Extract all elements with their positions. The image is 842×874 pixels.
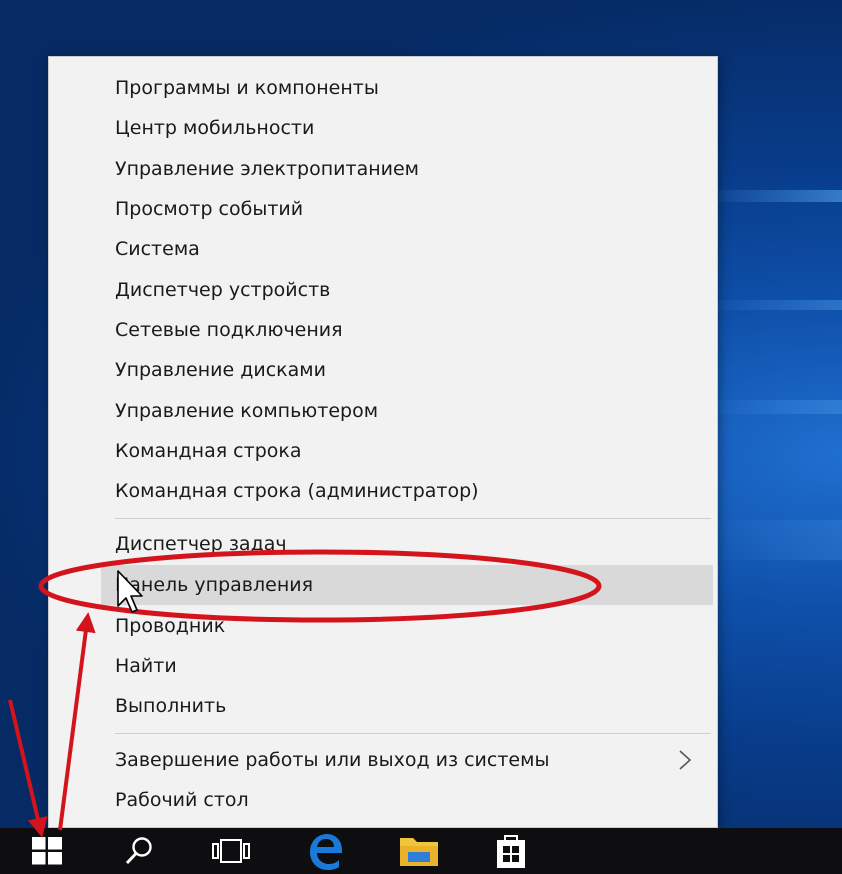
wallpaper-light-beam xyxy=(702,520,842,560)
menu-item-label: Рабочий стол xyxy=(115,789,249,811)
menu-item-label: Проводник xyxy=(115,615,226,637)
taskbar xyxy=(0,828,842,874)
menu-item-command-prompt-admin[interactable]: Командная строка (администратор) xyxy=(101,471,713,511)
menu-item-network-connections[interactable]: Сетевые подключения xyxy=(101,310,713,350)
file-explorer-button[interactable] xyxy=(391,828,447,874)
menu-item-desktop[interactable]: Рабочий стол xyxy=(101,780,713,820)
menu-item-power-options[interactable]: Управление электропитанием xyxy=(101,149,713,189)
edge-browser-icon xyxy=(310,834,342,870)
menu-item-label: Диспетчер задач xyxy=(115,533,287,555)
menu-item-label: Завершение работы или выход из системы xyxy=(115,749,550,771)
menu-item-label: Управление электропитанием xyxy=(115,158,419,180)
menu-item-label: Управление дисками xyxy=(115,359,326,381)
task-view-button[interactable] xyxy=(203,828,259,874)
menu-separator xyxy=(115,733,711,734)
task-view-icon xyxy=(212,839,250,863)
search-button[interactable] xyxy=(111,828,167,874)
menu-item-event-viewer[interactable]: Просмотр событий xyxy=(101,189,713,229)
menu-item-control-panel[interactable]: Панель управления xyxy=(101,565,713,605)
menu-item-task-manager[interactable]: Диспетчер задач xyxy=(101,524,713,564)
menu-item-label: Командная строка xyxy=(115,440,302,462)
file-explorer-icon xyxy=(400,838,438,866)
menu-item-computer-management[interactable]: Управление компьютером xyxy=(101,391,713,431)
menu-item-label: Выполнить xyxy=(115,695,227,717)
store-icon xyxy=(497,835,525,868)
menu-item-label: Диспетчер устройств xyxy=(115,279,331,301)
menu-item-label: Просмотр событий xyxy=(115,198,304,220)
wallpaper-light-beam xyxy=(702,300,842,310)
menu-item-label: Система xyxy=(115,238,200,260)
menu-item-label: Найти xyxy=(115,655,177,677)
menu-item-label: Сетевые подключения xyxy=(115,319,343,341)
menu-item-device-manager[interactable]: Диспетчер устройств xyxy=(101,270,713,310)
start-button[interactable] xyxy=(19,828,75,874)
menu-separator xyxy=(115,518,711,519)
menu-item-file-explorer[interactable]: Проводник xyxy=(101,606,713,646)
menu-item-search[interactable]: Найти xyxy=(101,646,713,686)
menu-item-programs-and-features[interactable]: Программы и компоненты xyxy=(101,68,713,108)
menu-item-label: Командная строка (администратор) xyxy=(115,480,479,502)
menu-item-shutdown-or-sign-out[interactable]: Завершение работы или выход из системы xyxy=(101,740,713,780)
store-button[interactable] xyxy=(483,828,539,874)
menu-item-disk-management[interactable]: Управление дисками xyxy=(101,350,713,390)
menu-item-command-prompt[interactable]: Командная строка xyxy=(101,431,713,471)
wallpaper-light-beam xyxy=(702,190,842,202)
menu-item-label: Панель управления xyxy=(115,574,314,596)
chevron-right-icon xyxy=(679,750,692,770)
menu-item-system[interactable]: Система xyxy=(101,229,713,269)
menu-item-run[interactable]: Выполнить xyxy=(101,686,713,726)
edge-button[interactable] xyxy=(297,828,353,874)
menu-item-mobility-center[interactable]: Центр мобильности xyxy=(101,108,713,148)
menu-item-label: Центр мобильности xyxy=(115,117,315,139)
menu-item-label: Управление компьютером xyxy=(115,400,379,422)
search-icon xyxy=(125,837,152,865)
start-context-menu: Программы и компоненты Центр мобильности… xyxy=(48,56,718,828)
menu-item-label: Программы и компоненты xyxy=(115,77,379,99)
windows-start-icon xyxy=(32,837,62,865)
wallpaper-light-beam xyxy=(702,400,842,414)
